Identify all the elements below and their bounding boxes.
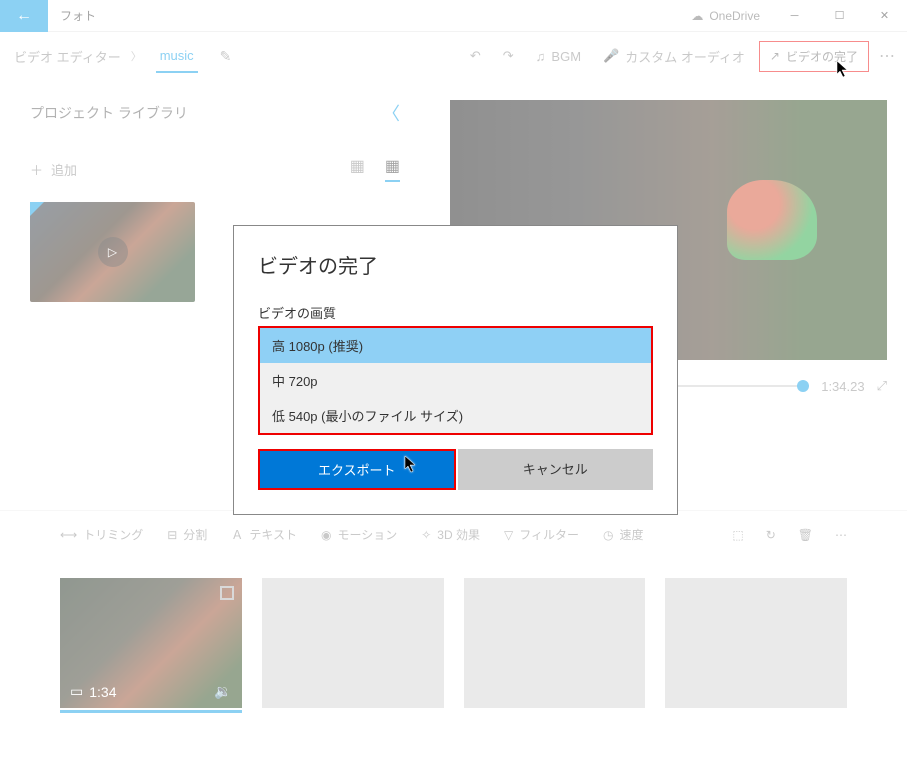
gauge-icon: ◷ — [603, 528, 613, 542]
close-button[interactable]: ✕ — [862, 0, 907, 32]
grid-small-icon[interactable]: ▦ — [350, 156, 365, 182]
cancel-button[interactable]: キャンセル — [458, 449, 654, 490]
breadcrumb-project[interactable]: music — [156, 40, 198, 73]
split-button[interactable]: ⊟分割 — [167, 526, 207, 543]
filter-button[interactable]: ▽フィルター — [504, 526, 579, 543]
dialog-title: ビデオの完了 — [258, 250, 653, 279]
storyboard-empty-slot[interactable] — [464, 578, 646, 708]
split-icon: ⊟ — [167, 528, 177, 542]
cursor-icon — [836, 60, 852, 80]
text-button[interactable]: Ａテキスト — [231, 526, 297, 543]
play-icon: ▷ — [98, 237, 128, 267]
cloud-icon: ☁ — [691, 9, 703, 23]
toolbar: ビデオ エディター 〉 music ✎ ↶ ↷ ♫BGM 🎤カスタム オーディオ… — [0, 32, 907, 80]
onedrive-label: OneDrive — [709, 9, 760, 23]
clip-duration: ▭ 1:34 — [70, 683, 116, 700]
quality-label: ビデオの画質 — [258, 303, 653, 322]
storyboard: ▭ 1:34 🔉 — [0, 558, 907, 728]
music-icon: ♫ — [536, 49, 546, 64]
trim-icon: ⟷ — [60, 528, 77, 542]
clip-icon: ▭ — [70, 683, 83, 700]
library-collapse-button[interactable]: 〈 — [382, 100, 400, 126]
grid-large-icon[interactable]: ▦ — [385, 156, 400, 182]
custom-audio-button[interactable]: 🎤カスタム オーディオ — [603, 47, 745, 66]
cursor-icon — [404, 455, 420, 475]
more-button[interactable]: ⋯ — [879, 46, 897, 66]
plus-icon: ＋ — [30, 160, 43, 179]
breadcrumb-sep: 〉 — [131, 48, 142, 64]
quality-option-low[interactable]: 低 540p (最小のファイル サイズ) — [260, 398, 651, 433]
text-icon: Ａ — [231, 526, 243, 543]
storyboard-clip[interactable]: ▭ 1:34 🔉 — [60, 578, 242, 708]
quality-option-high[interactable]: 高 1080p (推奨) — [260, 328, 651, 363]
quality-option-mid[interactable]: 中 720p — [260, 363, 651, 398]
undo-button[interactable]: ↶ — [470, 48, 481, 64]
quality-list: 高 1080p (推奨) 中 720p 低 540p (最小のファイル サイズ) — [258, 326, 653, 435]
speed-button[interactable]: ◷速度 — [603, 526, 644, 543]
filter-icon: ▽ — [504, 528, 513, 542]
finish-video-button[interactable]: ↗ ビデオの完了 — [759, 41, 869, 72]
title-bar: ← フォト ☁ OneDrive ─ ☐ ✕ — [0, 0, 907, 32]
audio-icon: 🎤 — [603, 48, 619, 64]
back-button[interactable]: ← — [0, 0, 48, 32]
onedrive-link[interactable]: ☁ OneDrive — [679, 9, 772, 23]
library-title: プロジェクト ライブラリ — [30, 103, 188, 123]
export-dialog: ビデオの完了 ビデオの画質 高 1080p (推奨) 中 720p 低 540p… — [233, 225, 678, 515]
storyboard-empty-slot[interactable] — [262, 578, 444, 708]
sparkle-icon: ✧ — [421, 528, 431, 542]
edit-toolbar: ⟷トリミング ⊟分割 Ａテキスト ◉モーション ✧3D 効果 ▽フィルター ◷速… — [0, 510, 907, 558]
window-controls: ─ ☐ ✕ — [772, 0, 907, 32]
delete-icon[interactable]: 🗑 — [798, 528, 813, 542]
export-icon: ↗ — [770, 49, 780, 63]
bgm-button[interactable]: ♫BGM — [536, 49, 581, 64]
export-button[interactable]: エクスポート — [258, 449, 456, 490]
app-title: フォト — [60, 7, 96, 24]
minimize-button[interactable]: ─ — [772, 0, 817, 32]
edit-icon[interactable]: ✎ — [220, 48, 232, 65]
rotate-icon[interactable]: ↻ — [766, 528, 776, 542]
maximize-button[interactable]: ☐ — [817, 0, 862, 32]
fullscreen-icon[interactable]: ⤢ — [877, 378, 887, 394]
crop-icon[interactable]: ⬚ — [732, 528, 743, 542]
redo-button[interactable]: ↷ — [503, 48, 514, 64]
breadcrumb-root[interactable]: ビデオ エディター — [10, 39, 125, 74]
clip-select-checkbox[interactable] — [220, 586, 234, 600]
add-media-button[interactable]: ＋ 追加 — [30, 160, 77, 179]
motion-icon: ◉ — [321, 528, 331, 542]
volume-icon[interactable]: 🔉 — [214, 683, 231, 700]
add-label: 追加 — [51, 160, 77, 179]
trim-button[interactable]: ⟷トリミング — [60, 526, 143, 543]
motion-button[interactable]: ◉モーション — [321, 526, 397, 543]
playhead[interactable] — [797, 380, 809, 392]
video-content — [727, 180, 817, 260]
3d-effects-button[interactable]: ✧3D 効果 — [421, 526, 480, 543]
storyboard-empty-slot[interactable] — [665, 578, 847, 708]
library-thumbnail[interactable]: ▷ — [30, 202, 195, 302]
more-icon[interactable]: ⋯ — [835, 528, 847, 542]
duration-label: 1:34.23 — [821, 379, 864, 394]
